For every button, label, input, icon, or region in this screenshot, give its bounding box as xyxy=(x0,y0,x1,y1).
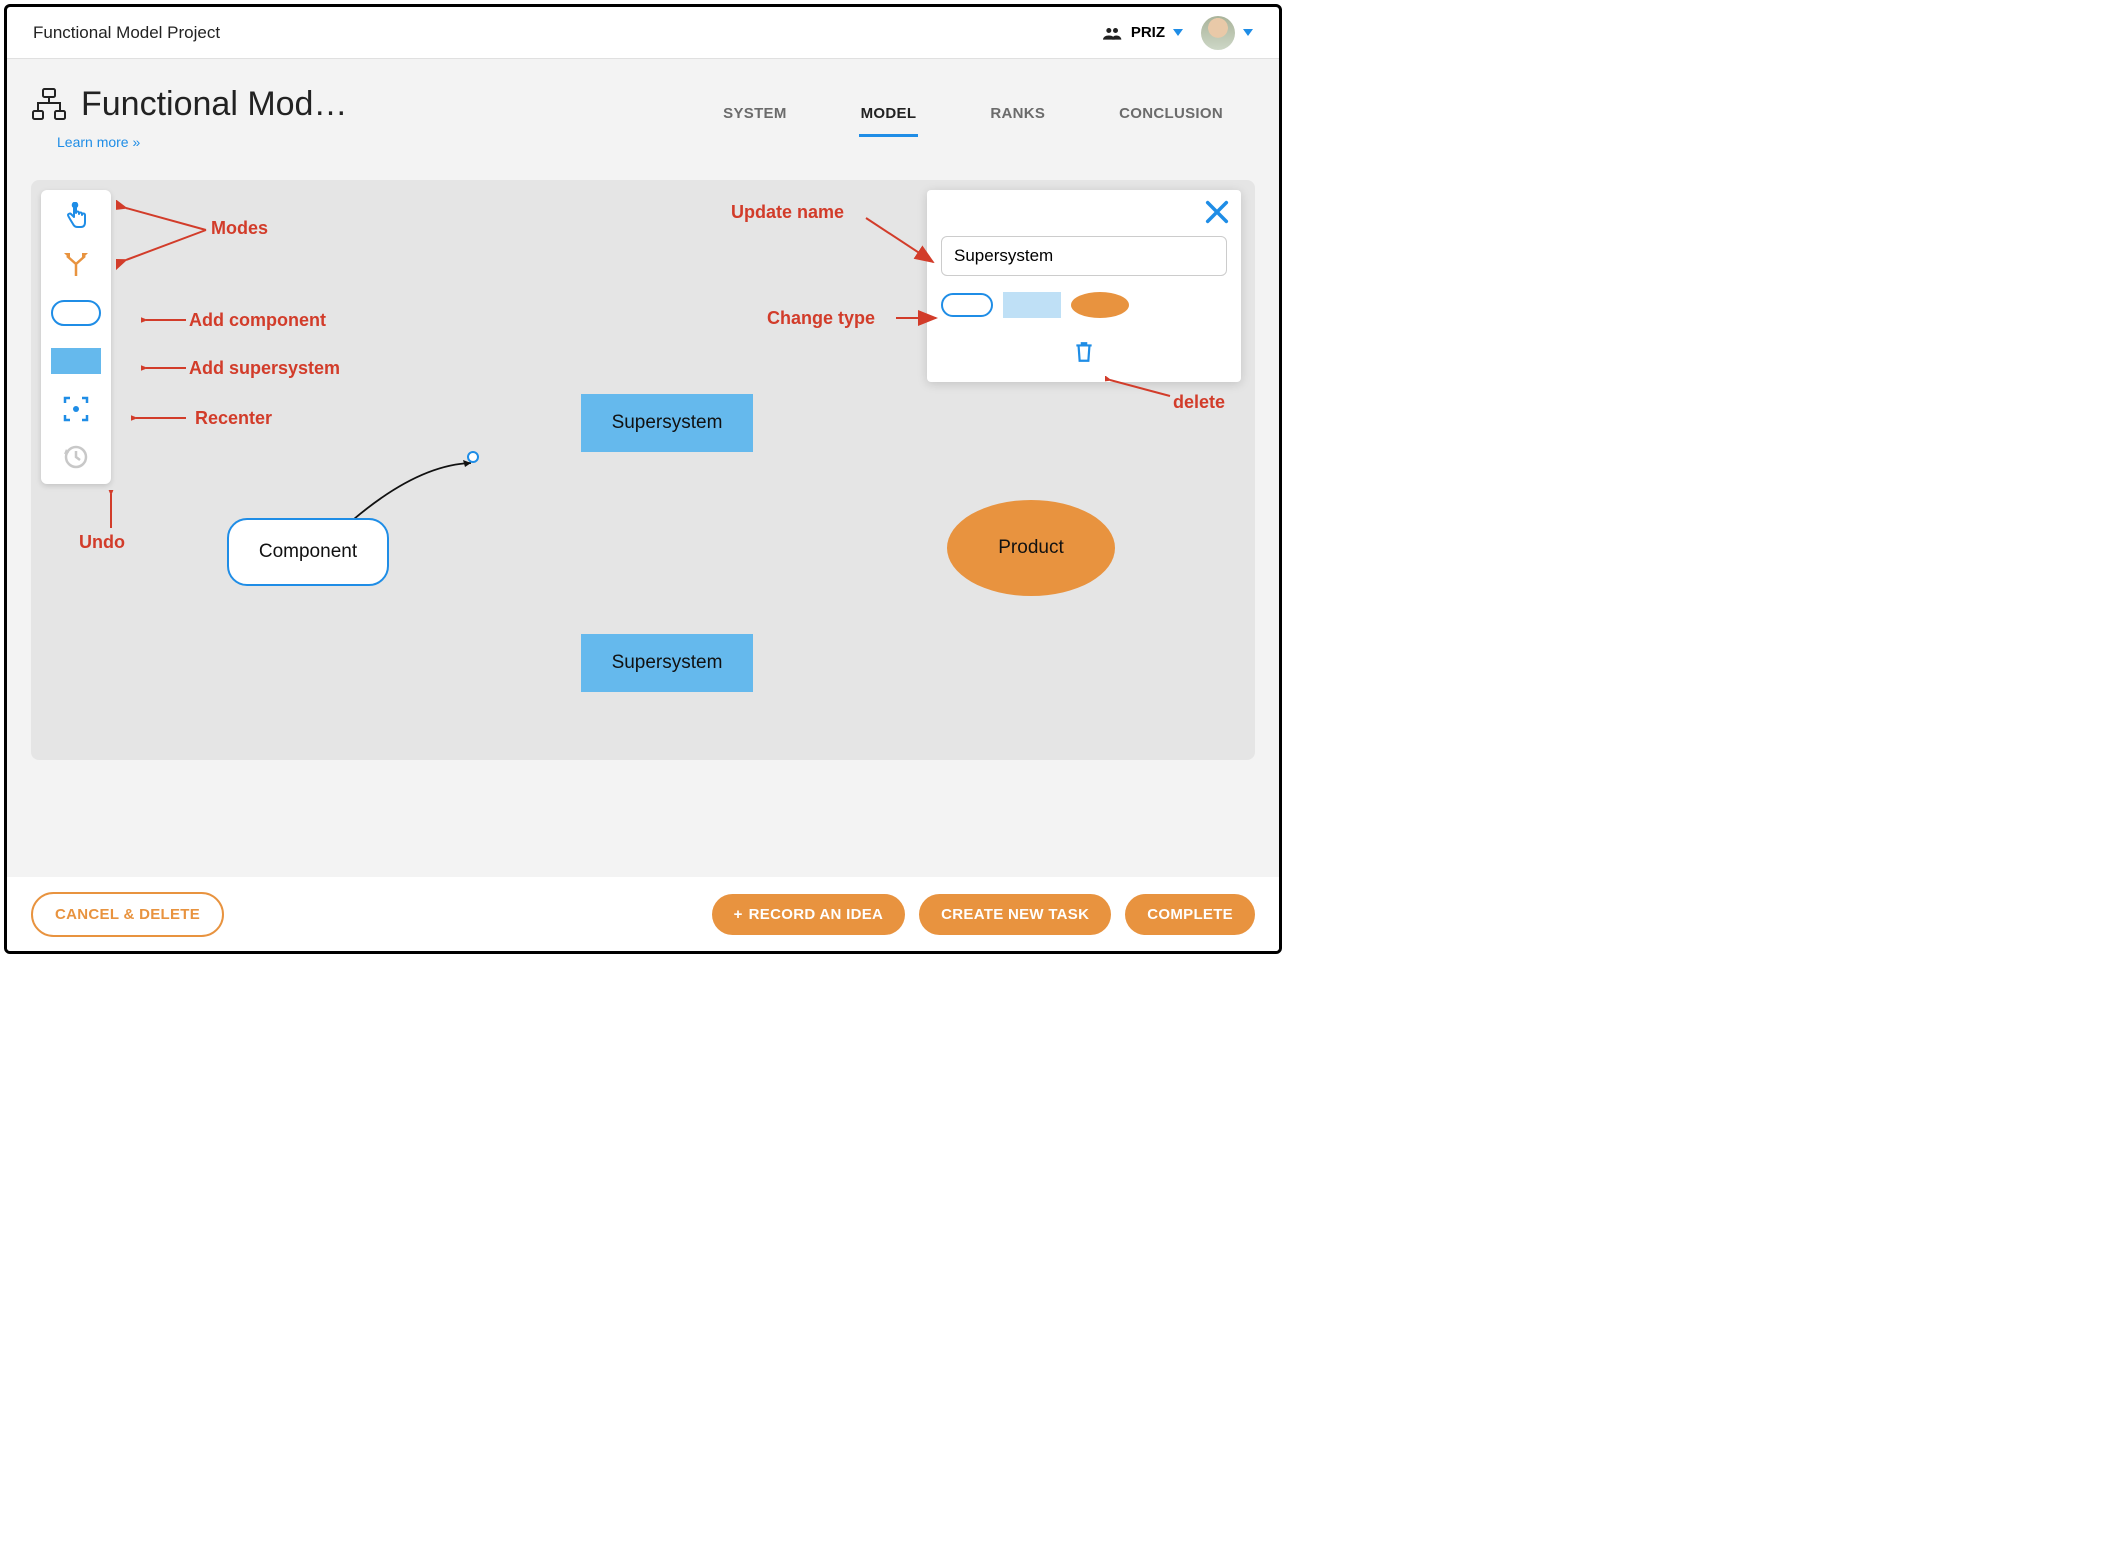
tab-ranks[interactable]: RANKS xyxy=(988,99,1047,137)
functional-model-icon xyxy=(31,87,67,123)
user-menu[interactable] xyxy=(1201,16,1253,50)
connector-handle[interactable] xyxy=(467,451,479,463)
connect-mode-button[interactable] xyxy=(51,248,101,282)
footer-actions: CANCEL & DELETE +RECORD AN IDEA CREATE N… xyxy=(7,877,1279,951)
select-mode-button[interactable] xyxy=(51,200,101,234)
tabs: SYSTEM MODEL RANKS CONCLUSION xyxy=(721,99,1255,137)
supersystem-shape-icon xyxy=(51,348,101,374)
app-frame: Functional Model Project PRIZ xyxy=(4,4,1282,954)
annotation-change-type: Change type xyxy=(767,308,875,329)
chevron-down-icon xyxy=(1243,29,1253,36)
avatar xyxy=(1201,16,1235,50)
canvas-toolbar xyxy=(41,190,111,484)
plus-icon: + xyxy=(734,906,743,923)
node-name-input[interactable] xyxy=(941,236,1227,276)
cancel-delete-button[interactable]: CANCEL & DELETE xyxy=(31,892,224,937)
project-title: Functional Model Project xyxy=(33,23,220,43)
branch-arrow-icon xyxy=(62,252,90,278)
trash-icon[interactable] xyxy=(1073,340,1095,364)
type-selector xyxy=(941,292,1227,318)
recenter-icon xyxy=(62,395,90,423)
model-canvas[interactable]: Component Supersystem Supersystem Produc… xyxy=(31,180,1255,760)
tab-system[interactable]: SYSTEM xyxy=(721,99,788,137)
node-product[interactable]: Product xyxy=(947,500,1115,596)
annotation-update-name: Update name xyxy=(731,202,844,223)
annotation-arrow xyxy=(101,490,121,530)
annotation-delete: delete xyxy=(1173,392,1225,413)
undo-history-icon xyxy=(62,443,90,471)
component-shape-icon xyxy=(51,300,101,326)
panel-delete-row xyxy=(941,340,1227,364)
page-body: Functional Mod… Learn more » SYSTEM MODE… xyxy=(7,59,1279,877)
top-bar: Functional Model Project PRIZ xyxy=(7,7,1279,59)
type-supersystem-button[interactable] xyxy=(1003,292,1061,318)
type-product-button[interactable] xyxy=(1071,292,1129,318)
annotation-add-component: Add component xyxy=(189,310,326,331)
recenter-button[interactable] xyxy=(51,392,101,426)
close-icon[interactable] xyxy=(1203,198,1231,226)
record-idea-button[interactable]: +RECORD AN IDEA xyxy=(712,894,906,935)
annotation-modes: Modes xyxy=(211,218,268,239)
annotation-arrow xyxy=(131,410,191,426)
tab-model[interactable]: MODEL xyxy=(859,99,919,137)
add-supersystem-button[interactable] xyxy=(51,344,101,378)
learn-more-link[interactable]: Learn more » xyxy=(31,124,347,150)
people-icon xyxy=(1103,25,1123,41)
page-title: Functional Mod… xyxy=(81,85,347,124)
title-wrap: Functional Mod… xyxy=(31,85,347,124)
node-edit-panel xyxy=(927,190,1241,382)
org-switcher[interactable]: PRIZ xyxy=(1103,24,1183,41)
annotation-recenter: Recenter xyxy=(195,408,272,429)
create-task-button[interactable]: CREATE NEW TASK xyxy=(919,894,1111,935)
annotation-arrow xyxy=(116,200,216,272)
page-header: Functional Mod… Learn more » SYSTEM MODE… xyxy=(7,85,1279,150)
annotation-add-supersystem: Add supersystem xyxy=(189,358,340,379)
annotation-arrow xyxy=(141,360,191,376)
node-supersystem-1[interactable]: Supersystem xyxy=(581,394,753,452)
node-component[interactable]: Component xyxy=(227,518,389,586)
annotation-arrow xyxy=(141,312,191,328)
chevron-down-icon xyxy=(1173,29,1183,36)
node-supersystem-2[interactable]: Supersystem xyxy=(581,634,753,692)
add-component-button[interactable] xyxy=(51,296,101,330)
org-label: PRIZ xyxy=(1131,24,1165,41)
pointer-hand-icon xyxy=(63,202,89,232)
tab-conclusion[interactable]: CONCLUSION xyxy=(1117,99,1225,137)
annotation-undo: Undo xyxy=(79,532,125,553)
undo-button[interactable] xyxy=(51,440,101,474)
type-component-button[interactable] xyxy=(941,293,993,317)
complete-button[interactable]: COMPLETE xyxy=(1125,894,1255,935)
top-right-controls: PRIZ xyxy=(1103,16,1253,50)
